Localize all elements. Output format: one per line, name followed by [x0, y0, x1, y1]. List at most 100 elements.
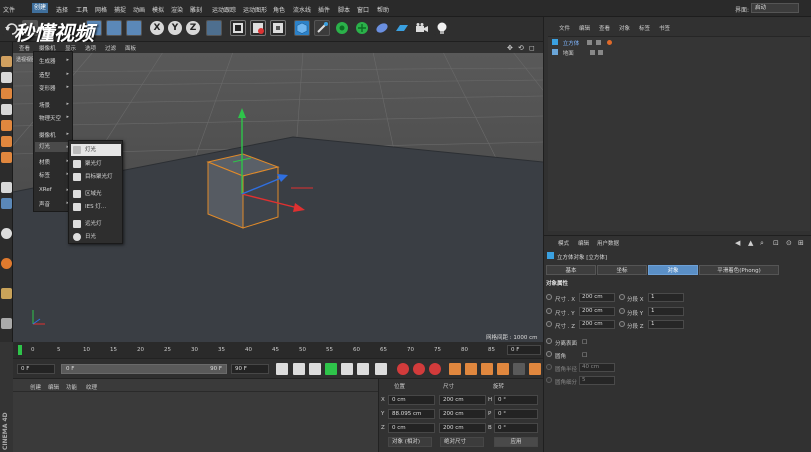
- light-menu-sun[interactable]: 日光: [71, 231, 121, 243]
- size-z-input[interactable]: 200 cm: [579, 320, 615, 329]
- up-arrow-icon[interactable]: ▲: [748, 239, 753, 247]
- apply-button[interactable]: 应用: [494, 437, 538, 447]
- light-menu-area[interactable]: 区域光: [71, 188, 121, 200]
- rotate-tool-icon[interactable]: [126, 20, 142, 36]
- separate-surfaces-checkbox[interactable]: □: [582, 339, 587, 345]
- light-menu-infinite[interactable]: 远光灯: [71, 218, 121, 230]
- visibility-toggle-icon[interactable]: [587, 40, 593, 45]
- menu-file[interactable]: 文件: [3, 5, 15, 14]
- record-icon[interactable]: [397, 363, 409, 375]
- light-object-icon[interactable]: [434, 20, 450, 36]
- create-menu-xref[interactable]: XRef: [39, 187, 52, 193]
- size-x-animate-dot[interactable]: [546, 294, 552, 300]
- next-frame-icon[interactable]: [341, 363, 353, 375]
- separate-surfaces-dot[interactable]: [546, 338, 552, 344]
- menu-window[interactable]: 窗口: [357, 5, 369, 14]
- lock-panel-icon[interactable]: ⊡: [773, 239, 779, 247]
- scale-tool-icon[interactable]: [106, 20, 122, 36]
- menu-pipeline[interactable]: 流水线: [293, 5, 311, 14]
- keyframe-selection-icon[interactable]: [429, 363, 441, 375]
- light-menu-ies[interactable]: IES 灯...: [71, 201, 121, 213]
- axis-mode-icon[interactable]: [1, 182, 12, 193]
- create-menu-tag[interactable]: 标签: [39, 171, 50, 179]
- seg-x-animate-dot[interactable]: [619, 294, 625, 300]
- material-menu-create[interactable]: 创建: [30, 383, 41, 391]
- create-menu-material[interactable]: 材质: [39, 158, 50, 166]
- light-menu-light[interactable]: 灯光: [71, 144, 121, 156]
- prev-frame-icon[interactable]: [309, 363, 321, 375]
- frame-range-slider[interactable]: 0 F 90 F: [61, 364, 227, 374]
- search-icon[interactable]: ⌕: [760, 239, 764, 248]
- playhead-marker[interactable]: [18, 345, 22, 355]
- object-menu-objects[interactable]: 对象: [619, 24, 630, 32]
- attr-menu-mode[interactable]: 模式: [558, 239, 569, 247]
- create-menu-physical-sky[interactable]: 物理天空: [39, 114, 61, 122]
- subtab-phong[interactable]: 平滑着色(Phong): [699, 265, 779, 275]
- viewport-menu-view[interactable]: 查看: [19, 44, 30, 52]
- subtab-basic[interactable]: 基本: [546, 265, 596, 275]
- menu-animate[interactable]: 动画: [133, 5, 145, 14]
- menu-render[interactable]: 渲染: [171, 5, 183, 14]
- object-menu-tags[interactable]: 标签: [639, 24, 650, 32]
- size-y-coord-input[interactable]: 200 cm: [439, 409, 486, 419]
- render-settings-icon[interactable]: [270, 20, 286, 36]
- position-key-icon[interactable]: [449, 363, 461, 375]
- model-mode-icon[interactable]: [1, 72, 12, 83]
- lock-icon[interactable]: [1, 288, 12, 299]
- position-x-input[interactable]: 0 cm: [388, 395, 435, 405]
- material-menu-texture[interactable]: 纹理: [86, 383, 97, 391]
- size-x-input[interactable]: 200 cm: [579, 293, 615, 302]
- y-axis-lock-icon[interactable]: Y: [168, 21, 182, 35]
- viewport-rotate-icon[interactable]: ⟲: [518, 44, 524, 52]
- back-arrow-icon[interactable]: ◀: [735, 239, 740, 247]
- menu-snap[interactable]: 捕捉: [114, 5, 126, 14]
- next-key-icon[interactable]: [357, 363, 369, 375]
- check-icon[interactable]: [595, 40, 601, 45]
- prev-key-icon[interactable]: [293, 363, 305, 375]
- end-frame-field[interactable]: 90 F: [231, 364, 269, 374]
- new-panel-icon[interactable]: ⊙: [786, 239, 792, 247]
- array-generator-icon[interactable]: [354, 20, 370, 36]
- start-frame-field[interactable]: 0 F: [17, 364, 55, 374]
- fillet-radius-dot[interactable]: [546, 364, 552, 370]
- fillet-subdiv-dot[interactable]: [546, 377, 552, 383]
- layout-select[interactable]: 启动: [751, 3, 799, 13]
- floor-object-icon[interactable]: [394, 20, 410, 36]
- menu-select[interactable]: 选择: [56, 5, 68, 14]
- menu-character[interactable]: 角色: [273, 5, 285, 14]
- object-row-cube[interactable]: 立方体: [552, 39, 612, 48]
- goto-end-icon[interactable]: [375, 363, 387, 375]
- size-mode-select[interactable]: 绝对尺寸: [440, 437, 484, 447]
- menu-plugins[interactable]: 插件: [318, 5, 330, 14]
- menu-help[interactable]: 帮助: [377, 5, 389, 14]
- material-menu-edit[interactable]: 编辑: [48, 383, 59, 391]
- render-view-icon[interactable]: [230, 20, 246, 36]
- rotation-h-input[interactable]: 0 °: [494, 395, 538, 405]
- size-z-coord-input[interactable]: 200 cm: [439, 423, 486, 433]
- create-menu-deformer[interactable]: 变形器: [39, 84, 56, 92]
- visibility-toggle-icon[interactable]: [589, 50, 595, 55]
- polygon-mode-icon[interactable]: [1, 152, 12, 163]
- menu-create[interactable]: 创建: [32, 3, 49, 13]
- timeline-ruler[interactable]: 0 5 10 15 20 25 30 35 40 45 50 55 60 65 …: [13, 342, 543, 358]
- attr-menu-user-data[interactable]: 用户数据: [597, 239, 619, 247]
- snap-toggle-icon[interactable]: [1, 228, 12, 239]
- viewport-menu-options[interactable]: 选项: [85, 44, 96, 52]
- goto-start-icon[interactable]: [276, 363, 288, 375]
- size-z-animate-dot[interactable]: [546, 321, 552, 327]
- spline-pen-icon[interactable]: [314, 20, 330, 36]
- light-menu-spot[interactable]: 聚光灯: [71, 158, 121, 170]
- subtab-coord[interactable]: 坐标: [597, 265, 647, 275]
- tweak-mode-icon[interactable]: [1, 198, 12, 209]
- rotation-b-input[interactable]: 0 °: [494, 423, 538, 433]
- rotation-key-icon[interactable]: [481, 363, 493, 375]
- auto-key-icon[interactable]: [413, 363, 425, 375]
- menu-motion-tracking[interactable]: 运动跟踪: [212, 5, 236, 14]
- edge-mode-icon[interactable]: [1, 136, 12, 147]
- menu-mograph[interactable]: 运动图形: [243, 5, 267, 14]
- viewport-menu-panel[interactable]: 面板: [125, 44, 136, 52]
- material-menu-function[interactable]: 功能: [66, 383, 77, 391]
- fillet-subdiv-input[interactable]: 5: [579, 376, 615, 385]
- seg-y-input[interactable]: 1: [648, 307, 684, 316]
- x-axis-lock-icon[interactable]: X: [150, 21, 164, 35]
